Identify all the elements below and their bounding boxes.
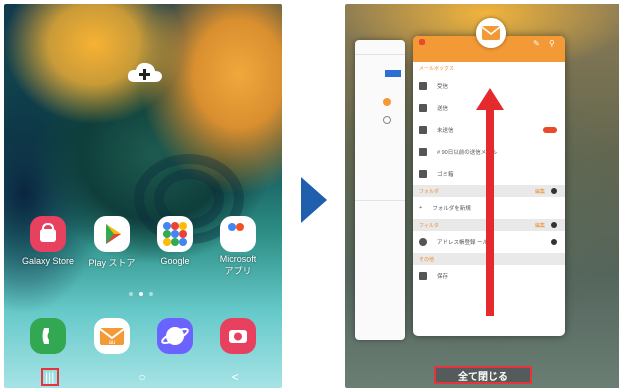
band-label: フォルダ [419,188,440,195]
play-store-icon[interactable] [94,216,130,252]
unread-badge [543,127,557,133]
divider [355,54,405,55]
home-button[interactable]: ○ [132,369,152,385]
section-title: メールボックス [419,66,454,72]
recent-apps-screen: ✎ ⚲ メールボックス 受信 送信 未送信 # 90日以前の送信メール ゴミ箱 … [345,4,619,388]
row-label: 未送信 [437,128,454,134]
inbox-icon [419,82,427,90]
plus-icon: + [419,205,423,211]
swipe-up-arrow-shaft [486,108,494,316]
page-dot [149,292,153,296]
phone-icon[interactable] [30,318,66,354]
home-screen: Galaxy Store Play ストア Google Microsoft ア… [4,4,282,388]
svg-text:au: au [109,340,116,346]
sent-icon [419,104,427,112]
row-label: ゴミ箱 [437,172,454,178]
row-label: フォルダを新規 [432,206,471,212]
divider [355,200,405,201]
au-mail-icon [476,18,506,48]
app-label: Microsoft アプリ [219,254,257,276]
row-label: 送信 [437,106,449,112]
close-all-button[interactable]: 全て閉じる [434,366,532,384]
compose-icon: ✎ [533,39,540,48]
back-button[interactable]: < [225,369,245,385]
edit-link: 編集 [534,188,545,195]
draft-icon [419,126,427,134]
add-icon [551,188,557,194]
row-label: 受信 [437,84,449,90]
au-mail-icon[interactable]: au [94,318,130,354]
app-label: Galaxy Store [21,256,75,266]
swipe-up-arrow-icon [476,88,504,110]
save-icon [419,272,427,280]
camera-icon[interactable] [220,318,256,354]
band-label: その他 [419,256,435,263]
cloud-add-icon[interactable] [127,60,163,84]
page-dot [129,292,133,296]
page-dot-active [139,292,143,296]
add-icon [551,239,557,245]
band-label: フィルタ [419,222,439,229]
search-button [385,70,401,77]
background-app-card[interactable] [355,40,405,340]
next-step-arrow-icon [301,177,327,223]
app-label: Play ストア [88,258,136,268]
row-label: 保存 [437,274,449,280]
archive-icon [419,148,427,156]
filter-icon [419,238,427,246]
menu-icon [419,39,425,45]
internet-browser-icon[interactable] [157,318,193,354]
trash-icon [419,170,427,178]
page-indicator [129,292,153,296]
refresh-icon [383,116,391,124]
google-folder-icon[interactable] [157,216,193,252]
galaxy-store-icon[interactable] [30,216,66,252]
microsoft-folder-icon[interactable] [220,216,256,252]
app-label: Google [160,256,190,266]
row-label: アドレス帳登録 ール [437,240,489,246]
edit-link: 編集 [534,222,545,229]
navigation-bar: ||| ○ < [4,366,282,388]
search-icon: ⚲ [549,39,555,48]
recent-apps-button[interactable]: ||| [40,368,59,386]
calendar-icon [383,98,391,106]
add-icon [551,222,557,228]
